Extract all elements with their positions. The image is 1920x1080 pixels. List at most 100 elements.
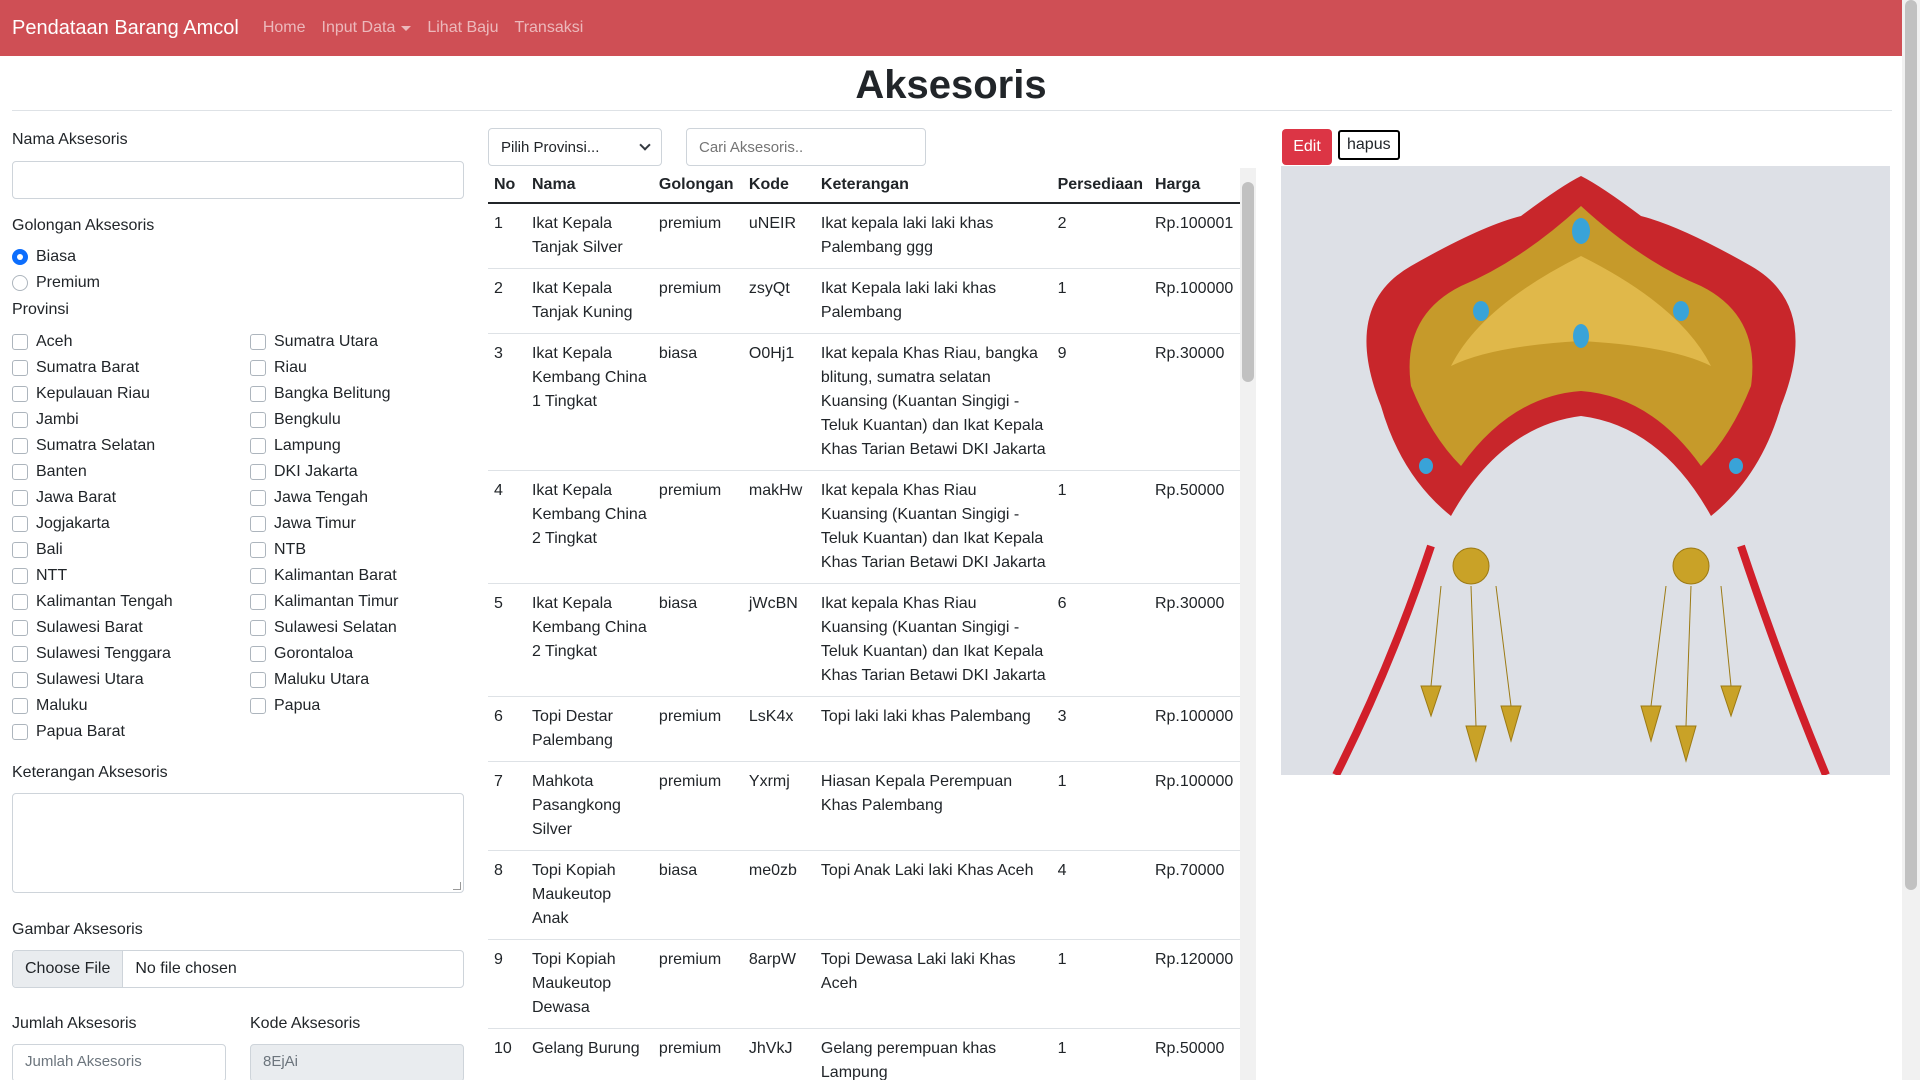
nav-link-home[interactable]: Home — [263, 19, 306, 37]
provinsi-checkbox-row[interactable]: Jawa Timur — [250, 515, 356, 533]
page-scrollbar-thumb[interactable] — [1905, 0, 1917, 890]
table-row[interactable]: 6 Topi Destar Palembang premium LsK4x Topi l… — [488, 696, 1240, 762]
provinsi-checkbox-row[interactable]: Jambi — [12, 411, 79, 429]
gambar-aksesoris-file-input[interactable]: Choose File No file chosen — [12, 950, 464, 988]
provinsi-checkbox[interactable] — [250, 672, 266, 688]
provinsi-checkbox[interactable] — [250, 594, 266, 610]
provinsi-checkbox-row[interactable]: Maluku — [12, 697, 88, 715]
provinsi-checkbox[interactable] — [250, 542, 266, 558]
provinsi-checkbox[interactable] — [12, 438, 28, 454]
provinsi-select[interactable]: Pilih Provinsi... — [488, 128, 662, 166]
provinsi-checkbox[interactable] — [12, 646, 28, 662]
provinsi-checkbox-row[interactable]: Riau — [250, 359, 307, 377]
page-title: Aksesoris — [855, 63, 1047, 107]
radio-premium-control[interactable] — [12, 275, 28, 291]
provinsi-checkbox[interactable] — [250, 360, 266, 376]
provinsi-checkbox-row[interactable]: Jogjakarta — [12, 515, 110, 533]
nav-link-transaksi[interactable]: Transaksi — [515, 19, 584, 37]
provinsi-checkbox-row[interactable]: Sulawesi Selatan — [250, 619, 397, 637]
provinsi-checkbox[interactable] — [250, 516, 266, 532]
provinsi-checkbox[interactable] — [12, 464, 28, 480]
hapus-button[interactable]: hapus — [1338, 130, 1400, 160]
provinsi-checkbox[interactable] — [12, 490, 28, 506]
provinsi-checkbox-row[interactable]: NTT — [12, 567, 67, 585]
provinsi-checkbox[interactable] — [250, 568, 266, 584]
resize-grip-icon[interactable] — [453, 882, 461, 890]
provinsi-checkbox[interactable] — [250, 698, 266, 714]
table-row[interactable]: 1 Ikat Kepala Tanjak Silver premium uNEIR Ik… — [488, 203, 1240, 269]
nav-link-input-data[interactable]: Input Data — [322, 19, 412, 37]
provinsi-checkbox-row[interactable]: Kepulauan Riau — [12, 385, 150, 403]
provinsi-checkbox[interactable] — [12, 542, 28, 558]
nama-aksesoris-input[interactable] — [12, 161, 464, 199]
aksesoris-table: No Nama Golongan Kode Keterangan Persediaan Ha… — [488, 168, 1240, 1080]
provinsi-checkbox[interactable] — [12, 620, 28, 636]
provinsi-checkbox-row[interactable]: Sumatra Selatan — [12, 437, 155, 455]
table-row[interactable]: 10 Gelang Burung premium JhVkJ Gelang peremp… — [488, 1028, 1240, 1080]
nav-link-lihat-baju[interactable]: Lihat Baju — [427, 19, 498, 37]
provinsi-checkbox-row[interactable]: Kalimantan Barat — [250, 567, 397, 585]
provinsi-checkbox-row[interactable]: NTB — [250, 541, 306, 559]
provinsi-checkbox[interactable] — [250, 334, 266, 350]
provinsi-checkbox[interactable] — [12, 594, 28, 610]
cell-no: 10 — [488, 1028, 526, 1080]
page-scrollbar[interactable] — [1902, 0, 1920, 1080]
choose-file-button[interactable]: Choose File — [13, 951, 124, 987]
provinsi-checkbox[interactable] — [12, 724, 28, 740]
table-row[interactable]: 4 Ikat Kepala Kembang China 2 Tingkat prem… — [488, 470, 1240, 584]
provinsi-checkbox[interactable] — [12, 516, 28, 532]
navbar-brand[interactable]: Pendataan Barang Amcol — [12, 17, 239, 40]
provinsi-checkbox[interactable] — [250, 620, 266, 636]
table-row[interactable]: 9 Topi Kopiah Maukeutop Dewasa premium 8arp… — [488, 939, 1240, 1029]
jumlah-aksesoris-input[interactable]: Jumlah Aksesoris — [12, 1044, 226, 1080]
provinsi-checkbox-row[interactable]: Gorontaloa — [250, 645, 353, 663]
provinsi-checkbox-row[interactable]: Papua Barat — [12, 723, 125, 741]
provinsi-checkbox[interactable] — [12, 334, 28, 350]
provinsi-checkbox[interactable] — [12, 568, 28, 584]
provinsi-checkbox-row[interactable]: Bengkulu — [250, 411, 341, 429]
provinsi-checkbox-row[interactable]: Jawa Tengah — [250, 489, 368, 507]
provinsi-checkbox-row[interactable]: Sulawesi Tenggara — [12, 645, 171, 663]
provinsi-checkbox-row[interactable]: Bangka Belitung — [250, 385, 391, 403]
edit-button[interactable]: Edit — [1282, 129, 1332, 165]
provinsi-checkbox-row[interactable]: Sumatra Utara — [250, 333, 378, 351]
cell-no: 8 — [488, 850, 526, 940]
table-scrollbar[interactable] — [1240, 168, 1256, 1080]
provinsi-checkbox-row[interactable]: Sumatra Barat — [12, 359, 139, 377]
provinsi-checkbox[interactable] — [250, 490, 266, 506]
provinsi-checkbox[interactable] — [12, 386, 28, 402]
provinsi-checkbox[interactable] — [250, 438, 266, 454]
radio-biasa-control[interactable] — [12, 249, 28, 265]
provinsi-checkbox[interactable] — [12, 360, 28, 376]
provinsi-checkbox[interactable] — [250, 386, 266, 402]
provinsi-checkbox-row[interactable]: Lampung — [250, 437, 341, 455]
provinsi-checkbox[interactable] — [250, 646, 266, 662]
table-row[interactable]: 3 Ikat Kepala Kembang China 1 Tingkat bias… — [488, 333, 1240, 471]
provinsi-checkbox-row[interactable]: Maluku Utara — [250, 671, 369, 689]
provinsi-checkbox[interactable] — [12, 412, 28, 428]
provinsi-checkbox-row[interactable]: Jawa Barat — [12, 489, 116, 507]
table-row[interactable]: 5 Ikat Kepala Kembang China 2 Tingkat bias… — [488, 583, 1240, 697]
cell-golongan: premium — [652, 203, 743, 269]
provinsi-checkbox-row[interactable]: Sulawesi Barat — [12, 619, 143, 637]
search-input[interactable] — [686, 128, 926, 166]
provinsi-checkbox-row[interactable]: Kalimantan Timur — [250, 593, 399, 611]
table-scrollbar-thumb[interactable] — [1242, 182, 1254, 382]
provinsi-checkbox-row[interactable]: Banten — [12, 463, 87, 481]
provinsi-checkbox-row[interactable]: Papua — [250, 697, 320, 715]
provinsi-checkbox[interactable] — [250, 464, 266, 480]
provinsi-checkbox[interactable] — [12, 698, 28, 714]
radio-premium[interactable]: Premium — [12, 274, 100, 292]
keterangan-aksesoris-textarea[interactable] — [12, 793, 464, 893]
provinsi-checkbox[interactable] — [250, 412, 266, 428]
table-row[interactable]: 2 Ikat Kepala Tanjak Kuning premium zsyQt Ik… — [488, 268, 1240, 334]
radio-biasa[interactable]: Biasa — [12, 248, 76, 266]
provinsi-checkbox-row[interactable]: DKI Jakarta — [250, 463, 358, 481]
provinsi-checkbox-row[interactable]: Aceh — [12, 333, 72, 351]
table-row[interactable]: 7 Mahkota Pasangkong Silver premium Yxrmj Hi… — [488, 761, 1240, 851]
provinsi-checkbox-row[interactable]: Sulawesi Utara — [12, 671, 144, 689]
provinsi-checkbox-row[interactable]: Kalimantan Tengah — [12, 593, 173, 611]
provinsi-checkbox[interactable] — [12, 672, 28, 688]
table-row[interactable]: 8 Topi Kopiah Maukeutop Anak biasa me0zb Top… — [488, 850, 1240, 940]
provinsi-checkbox-row[interactable]: Bali — [12, 541, 63, 559]
